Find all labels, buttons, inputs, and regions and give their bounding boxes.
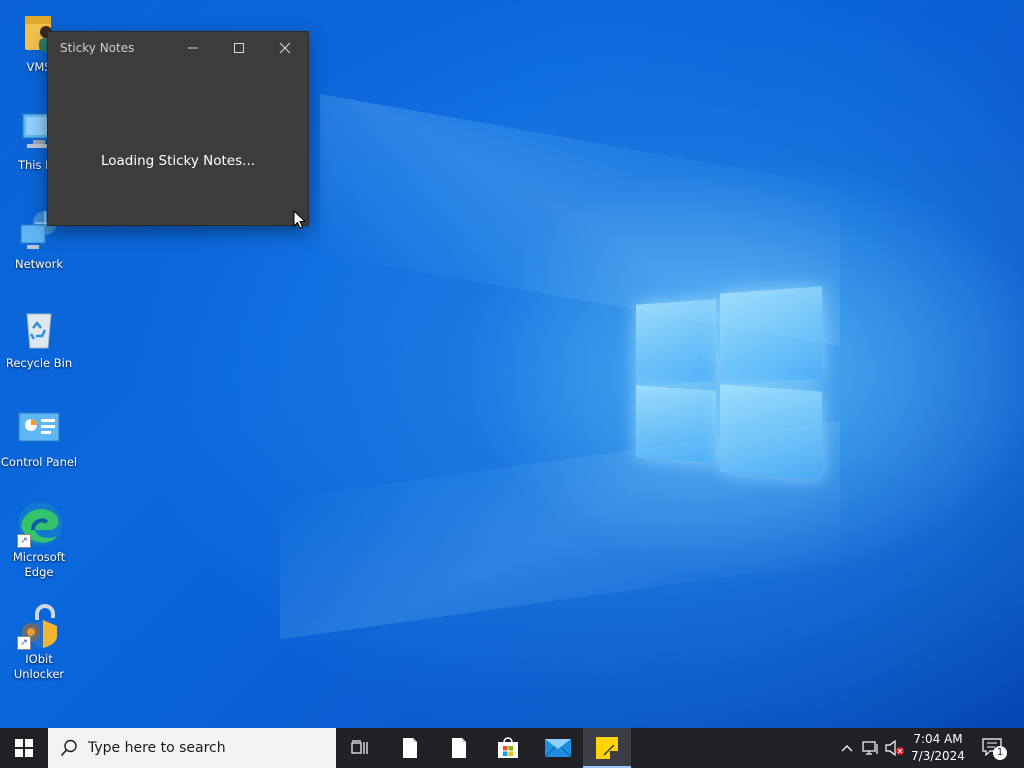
volume-tray-button[interactable] — [884, 728, 906, 768]
maximize-icon — [234, 43, 244, 53]
desktop: VMS This PC Network Recycle Bin Control … — [0, 0, 1024, 728]
taskbar-app-microsoft-store[interactable] — [484, 728, 532, 768]
edge-icon: ↗ — [15, 500, 63, 548]
sticky-notes-icon — [596, 737, 618, 759]
file-icon — [403, 738, 417, 758]
microsoft-store-icon — [498, 737, 518, 758]
window-title: Sticky Notes — [60, 41, 135, 55]
taskbar-app-file-2[interactable] — [435, 728, 483, 768]
desktop-icon-label: Unlocker — [13, 667, 65, 681]
search-placeholder: Type here to search — [88, 740, 226, 756]
windows-wallpaper-logo — [636, 286, 824, 480]
clock-time: 7:04 AM — [913, 732, 963, 746]
iobit-unlocker-icon: ↗ — [15, 602, 63, 650]
volume-muted-icon — [885, 740, 904, 756]
task-view-icon — [351, 740, 368, 754]
desktop-icon-control-panel[interactable]: Control Panel — [0, 405, 78, 470]
action-center-button[interactable]: 1 — [978, 728, 1008, 768]
taskbar-clock[interactable]: 7:04 AM 7/3/2024 — [906, 731, 970, 765]
desktop-icon-label: IObit — [25, 652, 53, 666]
taskbar: Type here to search 7:04 AM 7/3/2024 1 — [0, 728, 1024, 768]
clock-date: 7/3/2024 — [911, 749, 965, 763]
taskbar-app-mail[interactable] — [534, 728, 582, 768]
minimize-button[interactable] — [170, 32, 216, 64]
taskbar-app-file-1[interactable] — [386, 728, 434, 768]
mouse-cursor-icon — [293, 210, 307, 229]
loading-message: Loading Sticky Notes... — [100, 153, 256, 169]
sticky-notes-window[interactable]: Sticky Notes Loading Sticky Notes... — [48, 32, 308, 225]
desktop-icon-iobit-unlocker[interactable]: ↗ IObit Unlocker — [0, 602, 78, 682]
shortcut-arrow-icon: ↗ — [17, 534, 31, 548]
notification-count-badge: 1 — [993, 746, 1007, 760]
start-button[interactable] — [0, 728, 48, 768]
mail-icon — [545, 739, 571, 757]
desktop-icon-label: Network — [14, 257, 64, 271]
close-icon — [279, 42, 291, 54]
shortcut-arrow-icon: ↗ — [17, 636, 31, 650]
maximize-button[interactable] — [216, 32, 262, 64]
recycle-bin-icon — [15, 306, 63, 354]
desktop-icon-microsoft-edge[interactable]: ↗ Microsoft Edge — [0, 500, 78, 580]
window-titlebar[interactable]: Sticky Notes — [48, 32, 308, 64]
task-view-button[interactable] — [336, 728, 384, 768]
search-icon — [60, 739, 77, 757]
desktop-icon-label: Recycle Bin — [5, 356, 73, 370]
network-tray-button[interactable] — [860, 728, 882, 768]
network-status-icon — [862, 741, 878, 755]
file-icon — [452, 738, 466, 758]
close-button[interactable] — [262, 32, 308, 64]
show-hidden-icons-button[interactable] — [836, 728, 858, 768]
taskbar-app-sticky-notes[interactable] — [583, 728, 631, 768]
taskbar-search-box[interactable]: Type here to search — [48, 728, 336, 768]
control-panel-icon — [15, 405, 63, 453]
desktop-icon-label: Microsoft — [12, 550, 66, 564]
desktop-icon-label: Edge — [24, 565, 54, 579]
windows-start-icon — [15, 739, 33, 757]
minimize-icon — [188, 47, 198, 49]
desktop-icon-label: Control Panel — [0, 455, 78, 469]
desktop-icon-recycle-bin[interactable]: Recycle Bin — [0, 306, 78, 371]
chevron-up-icon — [841, 745, 853, 752]
